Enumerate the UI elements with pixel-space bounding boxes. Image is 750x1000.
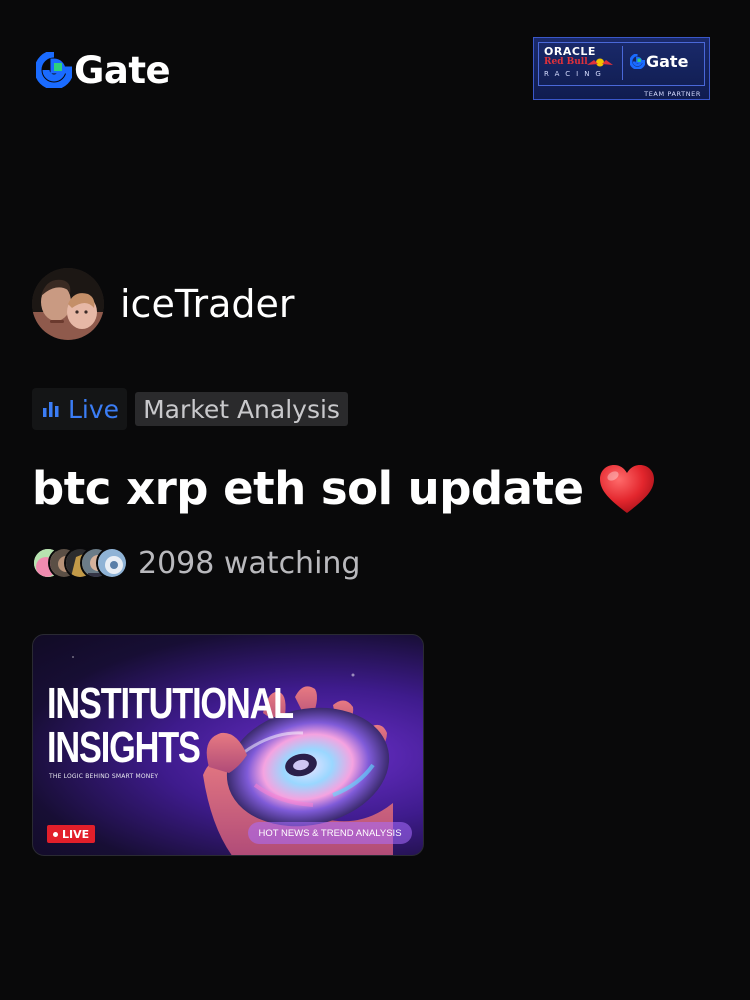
host-avatar-image — [32, 268, 104, 340]
live-bars-icon — [43, 402, 59, 417]
category-tag-label: Market Analysis — [143, 394, 340, 424]
partner-footer-text: TEAM PARTNER — [644, 90, 701, 98]
partner-gate-logo: Gate — [630, 52, 688, 71]
partner-redbull-text: Red Bull — [544, 57, 588, 67]
thumbnail-live-badge: LIVE — [47, 825, 96, 843]
host-profile[interactable]: iceTrader — [32, 268, 295, 340]
team-partner-badge: ORACLE Red Bull RACING Gate TEAM PARTNER — [533, 37, 710, 100]
viewer-avatars — [32, 545, 128, 581]
thumbnail-subline: THE LOGIC BEHIND SMART MONEY — [49, 773, 159, 780]
gate-logo[interactable]: Gate — [36, 48, 171, 92]
brand-name: Gate — [74, 48, 171, 92]
red-heart-icon — [599, 464, 654, 513]
viewer-avatar — [96, 547, 128, 579]
stream-tags: Live Market Analysis — [32, 388, 348, 430]
thumbnail-topic-pill: HOT NEWS & TREND ANALYSIS — [248, 822, 412, 844]
stream-thumbnail[interactable]: INSTITUTIONAL INSIGHTS THE LOGIC BEHIND … — [32, 634, 424, 856]
red-bull-icon — [587, 58, 613, 67]
gate-logo-icon — [36, 52, 72, 88]
gate-logo-icon — [630, 54, 645, 69]
live-dot-icon — [53, 831, 58, 837]
host-name[interactable]: iceTrader — [120, 282, 295, 326]
live-tag: Live — [32, 388, 128, 430]
watching-count: 2098 watching — [138, 545, 361, 581]
partner-racing-text: RACING — [544, 70, 607, 78]
category-tag[interactable]: Market Analysis — [135, 392, 348, 426]
live-tag-label: Live — [68, 394, 120, 424]
stream-title: btc xrp eth sol update — [32, 462, 656, 515]
thumbnail-live-label: LIVE — [62, 827, 90, 841]
viewer-summary: 2098 watching — [32, 545, 360, 581]
thumbnail-topic-text: HOT NEWS & TREND ANALYSIS — [258, 827, 402, 839]
thumbnail-headline-line2: INSIGHTS — [47, 723, 201, 772]
stream-title-text: btc xrp eth sol update — [32, 462, 584, 515]
host-avatar[interactable] — [32, 268, 104, 340]
partner-divider — [622, 46, 623, 80]
thumbnail-headline-line1: INSTITUTIONAL — [47, 679, 294, 728]
partner-gate-text: Gate — [646, 52, 689, 71]
